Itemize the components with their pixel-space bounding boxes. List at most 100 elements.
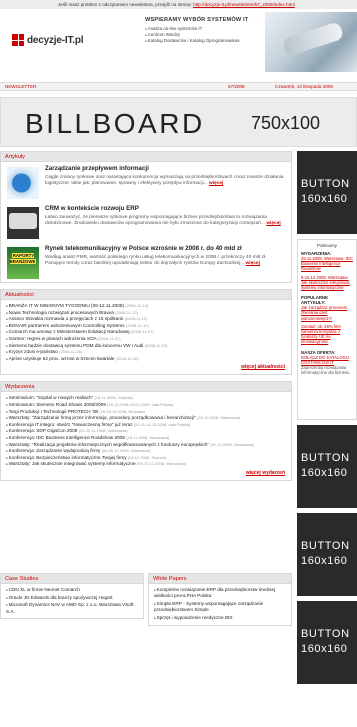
view-online-link[interactable]: http://decyzje-it.pl/newsletters/57_2008… [193, 2, 295, 7]
event-date: (20.11-16.12.2008, cała Polska) [133, 421, 191, 427]
case-study-item[interactable]: CDN XL w firmie Neonet Comarch [6, 587, 138, 593]
event-title[interactable]: Warsztaty: "Zarządzanie firmą przez info… [9, 415, 196, 420]
event-item[interactable]: Konferencja: Zarządzanie wydajnością fir… [6, 448, 286, 455]
event-date: (18.11.2008-03.02.2009, cała Polska) [107, 401, 174, 407]
main-column: Artykuły Zarządzanie przepływem informac… [0, 151, 292, 487]
button-ad-label: BUTTON [301, 452, 350, 464]
event-item[interactable]: Seminarium: Siemens Road Shows 2008/2009… [6, 402, 286, 409]
event-title[interactable]: Konferencja: Bezpieczeństwo informatyczn… [9, 455, 127, 460]
button-ad[interactable]: BUTTON 160x160 [297, 425, 357, 508]
more-news-link[interactable]: więcej aktualności [1, 364, 291, 374]
event-item[interactable]: Konferencja IT.integro: stwórz "Nowoczes… [6, 422, 286, 429]
button-ad[interactable]: BUTTON 160x160 [297, 601, 357, 684]
event-item[interactable]: Konferencja: IDC Business Intelligence R… [6, 435, 286, 442]
news-item[interactable]: Kryzys zdusi e-państwo (2008-11-06) [6, 349, 286, 356]
case-study-item[interactable]: Oracle JD Edwards dla branży spożywczej … [6, 595, 138, 601]
event-title[interactable]: Konferencja IT.integro: stwórz "Nowoczes… [9, 422, 133, 427]
news-item[interactable]: BONAIR partnerem wdrożeniowym Controllin… [6, 323, 286, 330]
event-item[interactable]: Warsztaty: Jak skutecznie integrować sys… [6, 461, 286, 468]
event-title[interactable]: Konferencja: Zarządzanie wydajnością fir… [9, 448, 101, 453]
event-item[interactable]: Konferencja: SDP GigaCon 2008 (24-25.11.… [6, 428, 286, 435]
news-item[interactable]: Gartner: regres w planach wdrożenia SOA … [6, 336, 286, 343]
event-item[interactable]: Konferencja: Bezpieczeństwo informatyczn… [6, 455, 286, 462]
news-item[interactable]: Nowa Technologia rozwiązań procesowych B… [6, 310, 286, 317]
article-title[interactable]: Zarządzanie przepływem informacji [45, 165, 287, 172]
billboard-label: BILLBOARD [25, 108, 205, 139]
news-title[interactable]: Siemens będzie dostawcą systemu PDM dla … [9, 343, 144, 348]
article-more-link[interactable]: więcej [266, 221, 280, 226]
event-title[interactable]: Seminarium: "Szpital w nowych realiach" [9, 395, 94, 400]
article-thumbnail[interactable] [7, 167, 39, 199]
event-title[interactable]: Konferencja: SDP GigaCon 2008 [9, 428, 78, 433]
article-item: CRM w kontekście rozwoju ERP Łatwo zauwa… [1, 202, 291, 242]
event-date: (09-10.12.2008, Warszawa) [136, 461, 187, 467]
news-title[interactable]: Gartner: regres w planach wdrożenia SOA [9, 336, 97, 341]
site-logo[interactable]: decyzje-IT.pl [12, 34, 84, 46]
event-title[interactable]: Konferencja: IDC Business Intelligence R… [9, 435, 125, 440]
white-paper-item[interactable]: Sprzęt i wyposażenie medyczne IBS [154, 615, 286, 621]
header-image [265, 12, 357, 72]
event-date: (25.11.2008, Warszawa) [126, 434, 170, 440]
case-study-item[interactable]: Microsoft Dynamics NAV w AWD Sp. z o.o. … [6, 602, 138, 614]
article-title[interactable]: CRM w kontekście rozwoju ERP [45, 205, 287, 212]
event-date: (04.12.2008, Poznań) [127, 454, 167, 460]
recommended-article-link[interactable]: Jak zarządzać procesem zbierania ofert w… [301, 305, 353, 321]
button-ad-label: BUTTON [301, 628, 350, 640]
issue-number: 57/2008 [228, 84, 245, 89]
button-ad[interactable]: BUTTON 160x160 [297, 513, 357, 596]
event-item[interactable]: Seminarium: "Szpital w nowych realiach" … [6, 395, 286, 402]
news-title[interactable]: Kryzys zdusi e-państwo [9, 349, 58, 354]
article-text: Według analiz PMR, wartość polskiego ryn… [45, 255, 267, 266]
view-note-text: Jeśli masz problem z odczytaniem newslet… [58, 2, 192, 7]
news-item[interactable]: Asseco Slovakia rozmawia o przejęciach z… [6, 316, 286, 323]
recommended-event-link[interactable]: 25.11.2008, Warszawa: IDC Business Intel… [301, 256, 353, 272]
logo-text: decyzje-IT.pl [27, 34, 84, 46]
more-events-link[interactable]: więcej wydarzeń [1, 470, 291, 480]
button-ad-label: BUTTON [301, 540, 350, 552]
articles-heading: Artykuły [1, 152, 291, 162]
article-more-link[interactable]: więcej [246, 261, 260, 266]
button-ad-size: 160x160 [301, 643, 348, 655]
event-title[interactable]: Targi Produkcji i Technologii PROTECH '0… [9, 409, 98, 414]
white-paper-item[interactable]: Simple.ERP - Systemy wspomagające zarząd… [154, 601, 286, 613]
article-more-link[interactable]: więcej [209, 181, 223, 186]
newsletter-view-note: Jeśli masz problem z odczytaniem newslet… [0, 0, 357, 9]
event-item[interactable]: Targi Produkcji i Technologii PROTECH '0… [6, 409, 286, 416]
news-item[interactable]: Siemens będzie dostawcą systemu PDM dla … [6, 343, 286, 350]
event-item[interactable]: Warsztaty: "Realizacja projektów informa… [6, 442, 286, 449]
news-item[interactable]: Aprise uzyskuje 62 proc. wzrost w trzeci… [6, 356, 286, 363]
issue-bar: NEWSLETTER 57/2008 Czwartek, 13 listopad… [0, 82, 357, 91]
news-title[interactable]: BRANŻA IT W MINIONYM TYGODNIU (06-12.11.… [9, 303, 124, 308]
case-studies-heading: Case Studies [1, 574, 143, 584]
button-ad[interactable]: BUTTON 160x160 [297, 151, 357, 234]
header-title: WSPIERAMY WYBÓR SYSTEMÓW IT [145, 17, 249, 23]
news-title[interactable]: Comarch ma umowę z Ministerstwem Edukacj… [9, 329, 130, 334]
news-item[interactable]: Comarch ma umowę z Ministerstwem Edukacj… [6, 329, 286, 336]
recommended-title: Polecamy [316, 243, 338, 248]
recommended-article-link[interactable]: Sondaż: ok. 46% firm zamierza korzystać … [301, 324, 353, 345]
event-title[interactable]: Seminarium: Siemens Road Shows 2008/2009 [9, 402, 106, 407]
news-title[interactable]: Aprise uzyskuje 62 proc. wzrost w trzeci… [9, 356, 115, 361]
event-date: (19-20.11.2008, Wrocław) [99, 408, 146, 414]
right-column: BUTTON 160x160 Polecamy WYDARZENIA: 25.1… [297, 151, 357, 684]
event-date: (02.12.2008, Warszawa) [210, 441, 254, 447]
news-item[interactable]: BRANŻA IT W MINIONYM TYGODNIU (06-12.11.… [6, 303, 286, 310]
white-paper-item[interactable]: Kompletne rozwiązanie ERP dla przedsiębi… [154, 587, 286, 599]
news-date: (2008-11-12) [125, 322, 149, 328]
article-thumbnail[interactable]: RAPORTY BRANŻOWE [7, 247, 39, 279]
article-title[interactable]: Rynek telekomunikacyjny w Polsce wzrośni… [45, 245, 287, 252]
event-title[interactable]: Warsztaty: Jak skutecznie integrować sys… [9, 461, 136, 466]
news-title[interactable]: BONAIR partnerem wdrożeniowym Controllin… [9, 323, 125, 328]
billboard-ad[interactable]: BILLBOARD 750x100 [0, 97, 357, 147]
news-date: (2008-11-13) [115, 309, 138, 315]
recommended-event-link[interactable]: 9-10.12.2008, Warszawa: Jak skutecznie i… [301, 275, 353, 291]
newsletter-label: NEWSLETTER [5, 84, 37, 89]
join-catalog-link[interactable]: DOŁĄCZ DO KATALOGU DOSTAWCÓW IT [301, 355, 353, 365]
button-ad-label: BUTTON [301, 178, 350, 190]
header-item[interactable]: Katalog Dostawców i Katalog Oprogramowan… [145, 38, 265, 44]
news-title[interactable]: Asseco Slovakia rozmawia o przejęciach z… [9, 316, 124, 321]
article-thumbnail[interactable] [7, 207, 39, 239]
event-title[interactable]: Warsztaty: "Realizacja projektów informa… [9, 442, 209, 447]
event-item[interactable]: Warsztaty: "Zarządzanie firmą przez info… [6, 415, 286, 422]
news-title[interactable]: Nowa Technologia rozwiązań procesowych B… [9, 310, 114, 315]
